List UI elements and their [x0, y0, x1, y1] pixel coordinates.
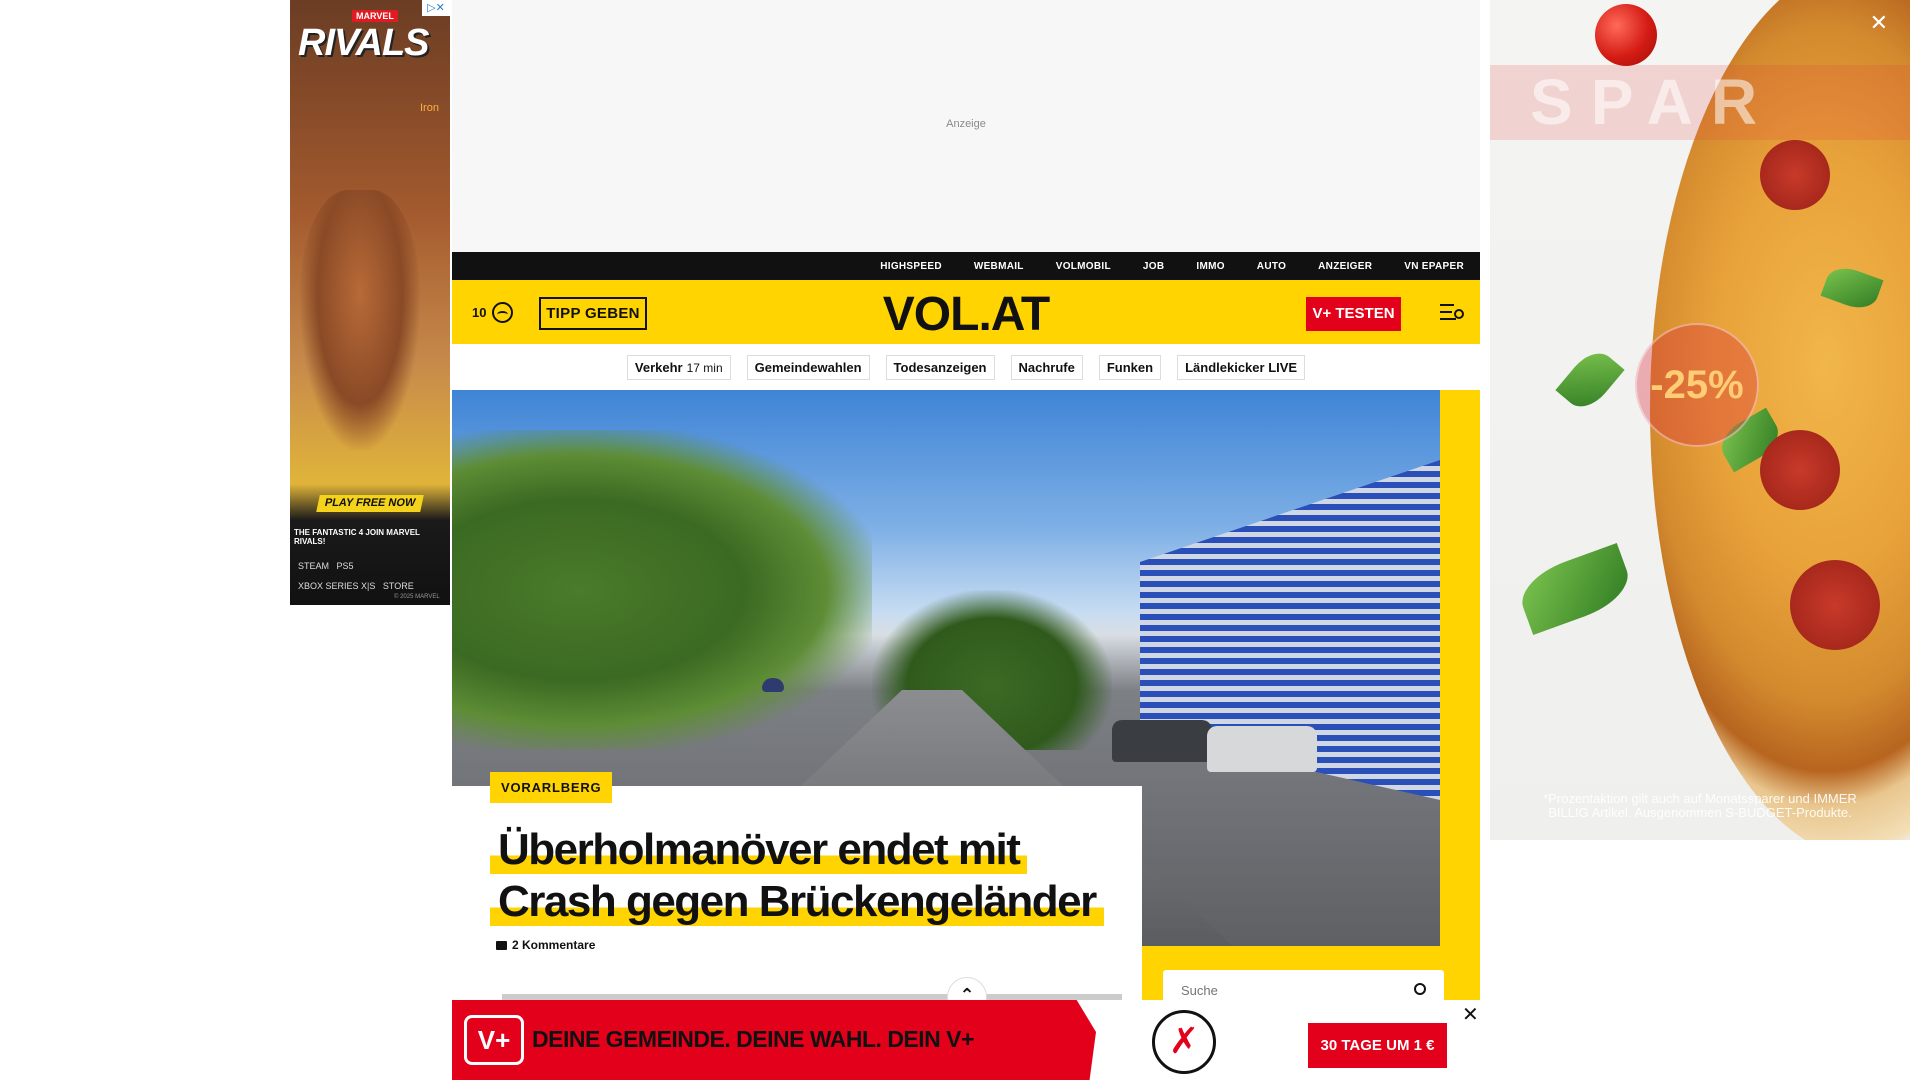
category-kicker[interactable]: VORARLBERG: [490, 772, 613, 803]
banner-cta-button[interactable]: 30 TAGE UM 1 €: [1308, 1023, 1447, 1068]
platform-list: STEAM PS5 XBOX SERIES X|S STORE: [298, 556, 448, 596]
search-icon[interactable]: [1414, 983, 1426, 995]
quick-nav-funken[interactable]: Funken: [1098, 354, 1162, 380]
discount-badge: -25%: [1635, 323, 1759, 447]
service-link-vn-epaper[interactable]: VN EPAPER: [1404, 261, 1464, 272]
photo-car: [1112, 720, 1212, 762]
service-bar: HIGHSPEED WEBMAIL VOLMOBIL JOB IMMO AUTO…: [452, 252, 1480, 280]
ballot-icon: ✗: [1152, 1010, 1216, 1074]
service-link-highspeed[interactable]: HIGHSPEED: [880, 261, 942, 272]
quick-nav-todesanzeigen[interactable]: Todesanzeigen: [885, 354, 995, 380]
comments-link[interactable]: 2 Kommentare: [496, 938, 595, 952]
top-ad-slot: Anzeige: [452, 0, 1480, 252]
quick-nav-nachrufe[interactable]: Nachrufe: [1010, 354, 1083, 380]
basil-leaf: [1555, 344, 1625, 416]
service-link-job[interactable]: JOB: [1143, 261, 1164, 272]
ad-copyright: © 2025 MARVEL: [394, 594, 440, 600]
platform-ps5: PS5: [336, 561, 354, 571]
pepperoni: [1790, 560, 1880, 650]
ad-label: Anzeige: [946, 118, 986, 130]
ad-character-illustration: [300, 190, 420, 450]
site-header: 10 TIPP GEBEN VOL.AT V+ TESTEN: [452, 280, 1480, 344]
photo-car: [762, 678, 784, 692]
comments-count: 2 Kommentare: [512, 938, 596, 952]
rivals-logo: RIVALS: [298, 22, 430, 64]
traffic-label: Verkehr: [634, 359, 683, 375]
service-link-immo[interactable]: IMMO: [1196, 261, 1224, 272]
vplus-testen-button[interactable]: V+ TESTEN: [1306, 297, 1401, 331]
hero-article[interactable]: VORARLBERG Überholmanöver endet mit Cras…: [452, 390, 1480, 1017]
tomato-image: [1595, 4, 1657, 66]
quick-nav-gemeindewahlen[interactable]: Gemeindewahlen: [746, 354, 870, 380]
banner-slogan: DEINE GEMEINDE. DEINE WAHL. DEIN V+: [532, 1026, 974, 1052]
photo-trees: [452, 430, 872, 750]
vplus-promo-banner[interactable]: V+ DEINE GEMEINDE. DEINE WAHL. DEIN V+ ✗…: [452, 1000, 1480, 1080]
traffic-pill[interactable]: Verkehr 17 min: [626, 354, 731, 380]
ad-fineprint: *Prozentaktion gilt auch auf Monatsspare…: [1543, 791, 1857, 820]
marvel-logo: MARVEL: [352, 10, 398, 22]
spar-logo: SPAR: [1490, 65, 1910, 140]
service-link-auto[interactable]: AUTO: [1257, 261, 1286, 272]
quick-nav-laendlekicker-live[interactable]: Ländlekicker LIVE: [1177, 354, 1306, 380]
service-link-webmail[interactable]: WEBMAIL: [974, 261, 1024, 272]
pepperoni: [1760, 140, 1830, 210]
play-free-button[interactable]: PLAY FREE NOW: [316, 495, 424, 512]
service-link-volmobil[interactable]: VOLMOBIL: [1056, 261, 1111, 272]
photo-car: [1207, 726, 1317, 772]
vplus-logo: V+: [464, 1015, 524, 1065]
basil-leaf: [1513, 542, 1637, 636]
close-icon[interactable]: ✕: [1462, 1002, 1479, 1027]
right-skyscraper-ad[interactable]: SPAR -25% ✕ *Prozentaktion gilt auch auf…: [1490, 0, 1910, 840]
platform-steam: STEAM: [298, 561, 330, 571]
service-link-anzeiger[interactable]: ANZEIGER: [1318, 261, 1372, 272]
article-headline[interactable]: Überholmanöver endet mit Crash gegen Brü…: [490, 824, 1110, 928]
quick-nav: Verkehr 17 min Gemeindewahlen Todesanzeig…: [452, 344, 1480, 390]
platform-store: STORE: [382, 581, 414, 591]
pepperoni: [1760, 430, 1840, 510]
platform-xbox: XBOX SERIES X|S: [298, 581, 376, 591]
headline-line-1: Überholmanöver endet mit: [490, 825, 1028, 874]
adchoices-icon[interactable]: ▷✕: [422, 0, 450, 16]
comment-icon: [496, 940, 507, 950]
left-skyscraper-ad[interactable]: ▷✕ MARVEL RIVALS Iron PLAY FREE NOW THE …: [290, 0, 450, 605]
headline-line-2: Crash gegen Brückengeländer: [490, 877, 1104, 926]
traffic-time: 17 min: [686, 360, 723, 375]
ad-character-label: Iron: [420, 102, 439, 114]
close-icon[interactable]: ✕: [1870, 12, 1888, 34]
menu-search-icon[interactable]: [1440, 304, 1464, 322]
ad-tagline: THE FANTASTIC 4 JOIN MARVEL RIVALS!: [294, 528, 420, 546]
